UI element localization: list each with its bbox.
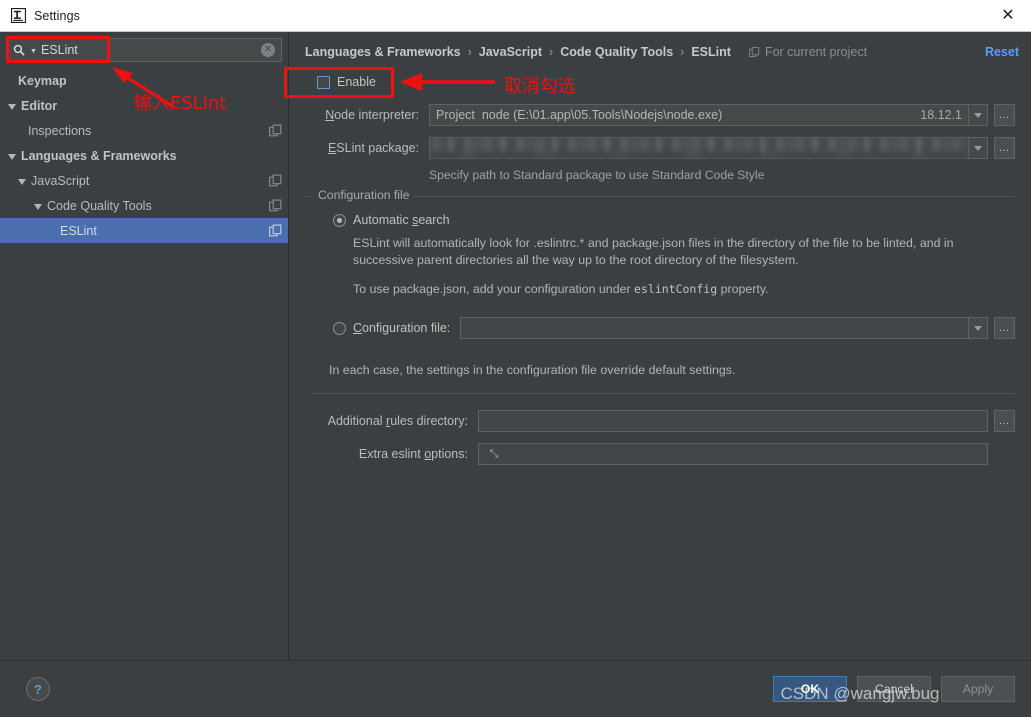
copy-scope-icon	[748, 46, 760, 58]
node-interpreter-value: Project node (E:\01.app\05.Tools\Nodejs\…	[436, 108, 723, 122]
project-scope-icon	[269, 124, 282, 137]
eslint-package-browse-button[interactable]: …	[994, 137, 1015, 159]
sidebar-item-keymap[interactable]: Keymap	[0, 68, 288, 93]
sidebar-item-label: Inspections	[28, 123, 92, 138]
eslint-settings-panel: Languages & Frameworks › JavaScript › Co…	[289, 32, 1031, 660]
additional-rules-directory-label: Additional rules directory:	[327, 414, 468, 428]
additional-rules-directory-row: Additional rules directory: …	[305, 410, 1015, 432]
sidebar-item-eslint[interactable]: ESLint	[0, 218, 288, 243]
node-interpreter-label: Node interpreter:	[325, 108, 419, 122]
search-input[interactable]: ▼ ESLint ✕	[6, 38, 282, 62]
additional-rules-directory-input[interactable]	[478, 410, 988, 432]
dialog-body: ▼ ESLint ✕ Keymap Editor Inspections Langua…	[0, 32, 1031, 660]
breadcrumb-item-3[interactable]: ESLint	[691, 45, 731, 59]
breadcrumb: Languages & Frameworks › JavaScript › Co…	[289, 32, 1031, 59]
title-bar: Settings ✕	[0, 0, 1031, 32]
sidebar-item-inspections[interactable]: Inspections	[0, 118, 288, 143]
breadcrumb-separator: ›	[680, 45, 685, 59]
configuration-file-radio-row: Configuration file: …	[333, 317, 1015, 339]
node-interpreter-row: Node interpreter: Project node (E:\01.ap…	[305, 104, 1015, 126]
sidebar-item-label: Languages & Frameworks	[21, 148, 177, 163]
help-icon[interactable]: ?	[26, 677, 50, 701]
search-area: ▼ ESLint ✕	[0, 32, 288, 66]
close-icon[interactable]: ✕	[993, 3, 1023, 29]
breadcrumb-separator: ›	[549, 45, 554, 59]
settings-sidebar: ▼ ESLint ✕ Keymap Editor Inspections Langua…	[0, 32, 289, 660]
extra-eslint-options-row: Extra eslint options: ⤡	[305, 443, 1015, 465]
node-interpreter-browse-button[interactable]: …	[994, 104, 1015, 126]
expand-icon[interactable]: ⤡	[485, 444, 503, 464]
automatic-search-radio[interactable]	[333, 213, 346, 227]
sidebar-item-javascript[interactable]: JavaScript	[0, 168, 288, 193]
breadcrumb-separator: ›	[467, 45, 472, 59]
breadcrumb-item-2[interactable]: Code Quality Tools	[560, 45, 673, 59]
chevron-down-icon[interactable]	[8, 153, 16, 160]
sidebar-item-code-quality-tools[interactable]: Code Quality Tools	[0, 193, 288, 218]
eslint-package-label: ESLint package:	[327, 141, 419, 155]
automatic-search-radio-row[interactable]: Automatic search	[333, 213, 1015, 227]
node-interpreter-field[interactable]: Project node (E:\01.app\05.Tools\Nodejs\…	[429, 104, 969, 126]
automatic-search-label: Automatic search	[353, 213, 450, 227]
chevron-down-icon[interactable]	[34, 203, 42, 210]
eslint-package-row: ESLint package: …	[305, 137, 1015, 159]
configuration-file-group: Configuration file Automatic search ESLi…	[305, 188, 1015, 394]
section-divider	[311, 393, 1015, 394]
chevron-down-icon[interactable]	[18, 178, 26, 185]
enable-checkbox[interactable]	[317, 75, 330, 89]
scope-indicator: For current project	[748, 45, 868, 59]
footer-buttons: OK Cancel Apply	[773, 676, 1015, 702]
node-interpreter-dropdown-icon[interactable]	[969, 104, 988, 126]
configuration-file-option-label: Configuration file:	[353, 321, 451, 335]
enable-checkbox-row[interactable]: Enable	[317, 75, 1015, 89]
package-json-note: To use package.json, add your configurat…	[353, 282, 769, 296]
eslint-form: Enable Node interpreter: Project node (E…	[289, 75, 1031, 465]
search-value: ESLint	[40, 43, 78, 57]
configuration-file-input[interactable]	[460, 317, 969, 339]
extra-eslint-options-input[interactable]: ⤡	[478, 443, 988, 465]
configuration-file-radio[interactable]	[333, 321, 346, 335]
scope-label: For current project	[764, 45, 868, 59]
reset-link[interactable]: Reset	[985, 45, 1019, 59]
extra-eslint-options-label: Extra eslint options:	[358, 447, 468, 461]
sidebar-item-label: Code Quality Tools	[47, 198, 152, 213]
configuration-file-footer-note: In each case, the settings in the config…	[329, 363, 736, 377]
project-scope-icon	[269, 199, 282, 212]
sidebar-item-editor[interactable]: Editor	[0, 93, 288, 118]
eslint-package-dropdown-icon[interactable]	[969, 137, 988, 159]
sidebar-item-label: Editor	[21, 98, 58, 113]
window-title: Settings	[34, 8, 80, 23]
apply-button[interactable]: Apply	[941, 676, 1015, 702]
automatic-search-description: ESLint will automatically look for .esli…	[353, 236, 954, 267]
cancel-button[interactable]: Cancel	[857, 676, 931, 702]
intellij-idea-icon	[10, 8, 26, 24]
chevron-down-icon[interactable]	[8, 103, 16, 110]
sidebar-item-label: ESLint	[60, 223, 97, 238]
additional-rules-directory-browse-button[interactable]: …	[994, 410, 1015, 432]
sidebar-item-label: JavaScript	[31, 173, 90, 188]
project-scope-icon	[269, 174, 282, 187]
settings-dialog: Settings ✕ ▼ ESLint ✕ Keymap Editor Insp…	[0, 0, 1031, 717]
eslint-package-field[interactable]	[429, 137, 969, 159]
settings-tree: Keymap Editor Inspections Languages & Frame…	[0, 66, 288, 660]
clear-search-icon[interactable]: ✕	[261, 43, 275, 57]
configuration-file-browse-button[interactable]: …	[994, 317, 1015, 339]
eslint-package-redacted-value	[431, 138, 967, 158]
sidebar-item-languages-frameworks[interactable]: Languages & Frameworks	[0, 143, 288, 168]
project-scope-icon	[269, 224, 282, 237]
configuration-file-group-title: Configuration file	[313, 188, 415, 202]
dialog-footer: ? OK Cancel Apply	[0, 660, 1031, 717]
configuration-file-dropdown-icon[interactable]	[969, 317, 988, 339]
search-icon	[13, 43, 27, 57]
breadcrumb-item-0[interactable]: Languages & Frameworks	[305, 45, 461, 59]
chevron-down-icon[interactable]: ▼	[30, 48, 37, 55]
enable-label: Enable	[337, 75, 376, 89]
sidebar-item-label: Keymap	[18, 73, 67, 88]
ok-button[interactable]: OK	[773, 676, 847, 702]
breadcrumb-item-1[interactable]: JavaScript	[479, 45, 542, 59]
node-version: 18.12.1	[920, 108, 962, 122]
eslint-package-hint: Specify path to Standard package to use …	[429, 168, 765, 182]
